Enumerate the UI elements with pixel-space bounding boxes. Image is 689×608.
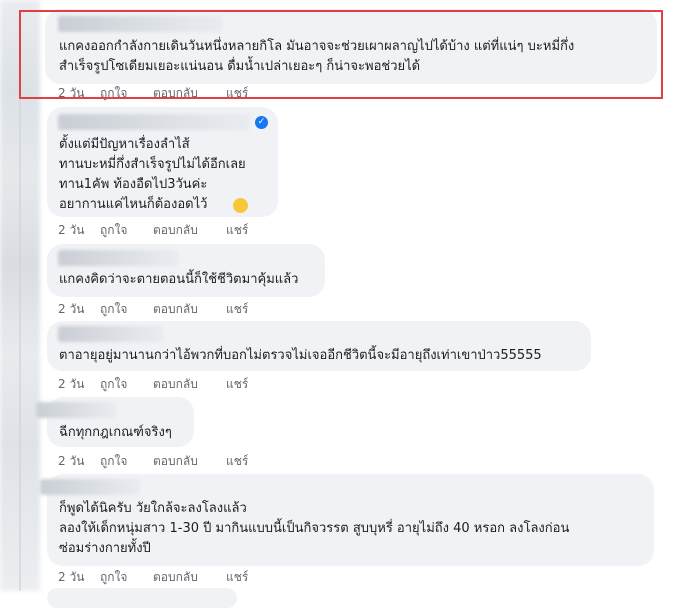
comment-actions: 2 วัน ถูกใจ ตอบกลับ แชร์ bbox=[58, 221, 308, 239]
comment-text-line: ซ่อมร่างกายทั้งปี bbox=[59, 541, 151, 556]
comment-actions: 2 วัน ถูกใจ ตอบกลับ แชร์ bbox=[58, 300, 308, 318]
comment-actions: 2 วัน ถูกใจ ตอบกลับ แชร์ bbox=[58, 452, 308, 470]
comment-timestamp[interactable]: 2 วัน bbox=[58, 568, 84, 587]
reply-button[interactable]: ตอบกลับ bbox=[153, 568, 198, 587]
blurred-author-name[interactable] bbox=[36, 402, 116, 418]
comment-timestamp[interactable]: 2 วัน bbox=[58, 375, 84, 394]
like-button[interactable]: ถูกใจ bbox=[100, 375, 127, 394]
comment-timestamp[interactable]: 2 วัน bbox=[58, 452, 84, 471]
share-button[interactable]: แชร์ bbox=[226, 221, 248, 240]
comment-actions: 2 วัน ถูกใจ ตอบกลับ แชร์ bbox=[58, 375, 308, 393]
comment-bubble-partial bbox=[47, 588, 237, 608]
comment-text-line: ตั้งแต่มีปัญหาเรื่องลำไส้ bbox=[59, 137, 190, 152]
share-button[interactable]: แชร์ bbox=[226, 568, 248, 587]
reply-button[interactable]: ตอบกลับ bbox=[153, 375, 198, 394]
reply-button[interactable]: ตอบกลับ bbox=[153, 300, 198, 319]
verified-badge-icon: ✓ bbox=[255, 116, 268, 129]
share-button[interactable]: แชร์ bbox=[226, 300, 248, 319]
like-button[interactable]: ถูกใจ bbox=[100, 300, 127, 319]
comment-timestamp[interactable]: 2 วัน bbox=[58, 300, 84, 319]
like-button[interactable]: ถูกใจ bbox=[100, 452, 127, 471]
comment-text-line: อยากานแค่ไหนก็ต้องอดไว้ bbox=[59, 197, 208, 212]
comment-timestamp[interactable]: 2 วัน bbox=[58, 221, 84, 240]
comment-text-line: ฉีกทุกกฎเกณฑ์จริงๆ bbox=[59, 425, 172, 440]
comment-text-line: ลองให้เด็กหนุ่มสาว 1-30 ปี มากินแบบนี้เป… bbox=[59, 521, 570, 536]
blurred-author-name[interactable] bbox=[58, 250, 178, 266]
share-button[interactable]: แชร์ bbox=[226, 452, 248, 471]
comment-text-line: ตาอายุอยู่มานานกว่าไอ้พวกที่บอกไม่ตรวจไม… bbox=[59, 348, 542, 363]
thread-line bbox=[19, 100, 21, 591]
comment-actions: 2 วัน ถูกใจ ตอบกลับ แชร์ bbox=[58, 568, 308, 586]
blurred-author-name[interactable] bbox=[40, 479, 140, 495]
grinning-emoji-icon bbox=[233, 198, 248, 213]
like-button[interactable]: ถูกใจ bbox=[100, 568, 127, 587]
reply-button[interactable]: ตอบกลับ bbox=[153, 221, 198, 240]
comment-text-line: ก็พูดได้นิครับ วัยใกล้จะลงโลงแล้ว bbox=[59, 501, 247, 516]
blurred-author-name[interactable] bbox=[58, 114, 250, 130]
like-button[interactable]: ถูกใจ bbox=[100, 221, 127, 240]
reply-button[interactable]: ตอบกลับ bbox=[153, 452, 198, 471]
comment-text-line: แกคงคิดว่าจะตายตอนนี้ก็ใช้ชีวิตมาคุ้มแล้… bbox=[59, 272, 299, 287]
blurred-author-name[interactable] bbox=[58, 326, 163, 342]
highlight-box bbox=[19, 10, 663, 99]
share-button[interactable]: แชร์ bbox=[226, 375, 248, 394]
comment-text-line: ทาน1คัพ ท้องอืดไป3วันค่ะ bbox=[59, 177, 208, 192]
comment-text-line: ทานบะหมี่กึ่งสำเร็จรูปไม่ได้อีกเลย bbox=[59, 157, 246, 172]
